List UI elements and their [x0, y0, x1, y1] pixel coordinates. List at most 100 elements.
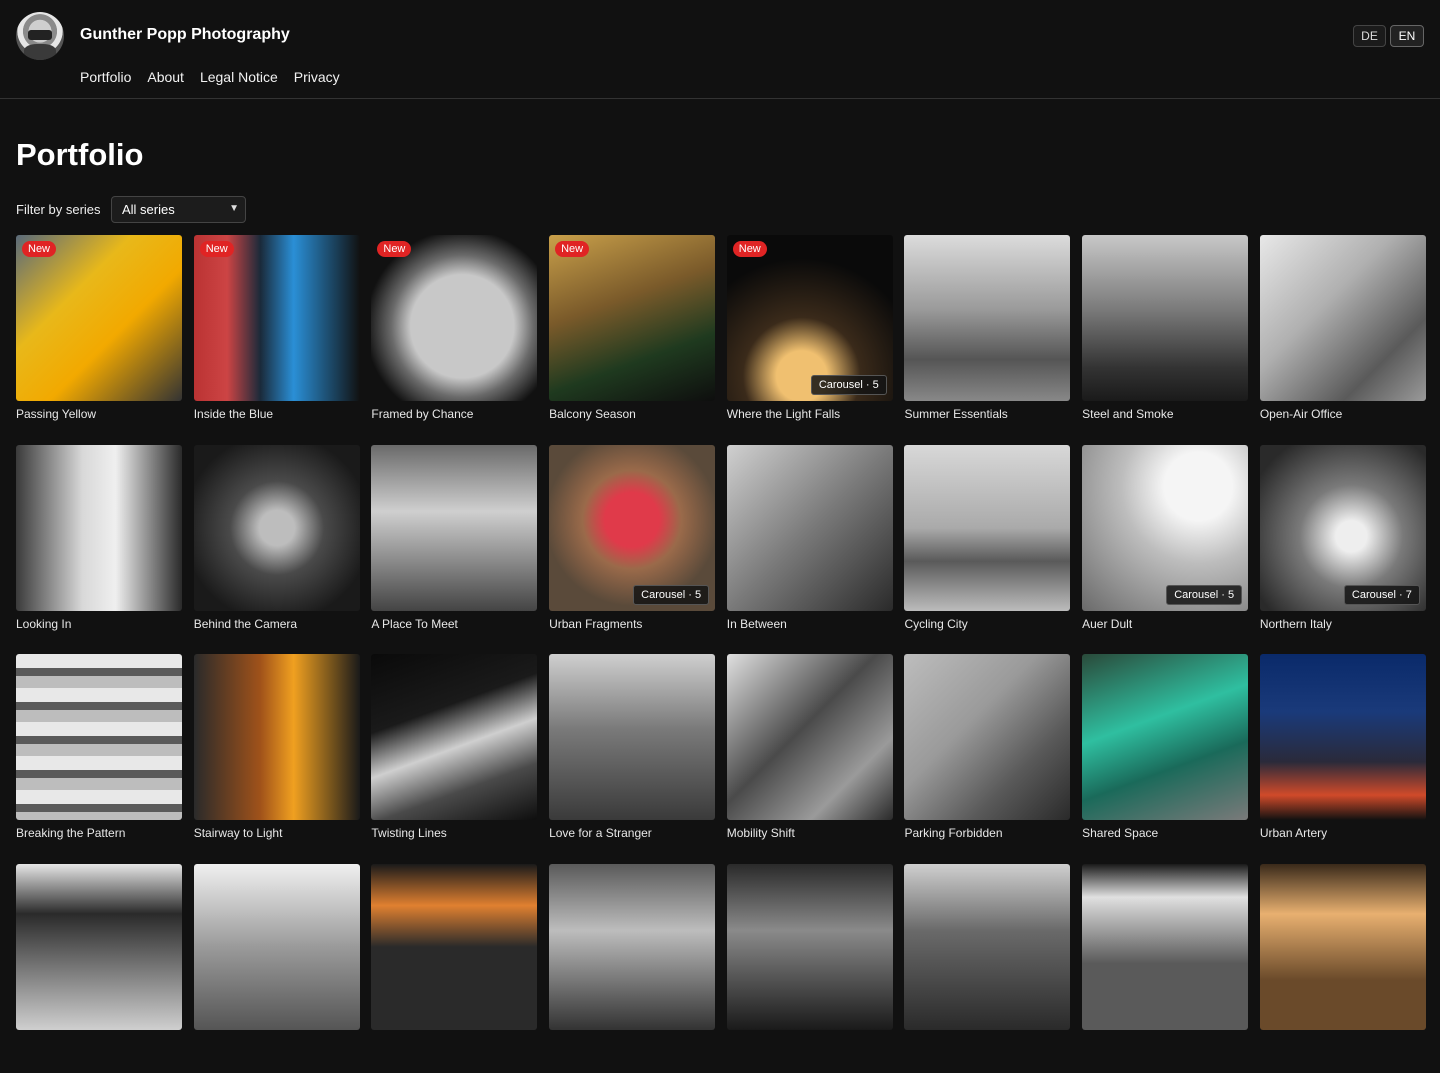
- portfolio-card[interactable]: Love for a Stranger: [549, 654, 715, 864]
- portfolio-thumbnail[interactable]: [727, 864, 893, 1030]
- carousel-badge: Carousel · 7: [1344, 585, 1420, 605]
- portfolio-caption: Urban Artery: [1260, 826, 1426, 840]
- portfolio-card[interactable]: Carousel · 5Urban Fragments: [549, 445, 715, 655]
- portfolio-thumbnail[interactable]: New: [549, 235, 715, 401]
- portfolio-thumbnail[interactable]: [904, 235, 1070, 401]
- portfolio-card[interactable]: In Between: [727, 445, 893, 655]
- portfolio-caption: Open-Air Office: [1260, 407, 1426, 421]
- lang-en-button[interactable]: EN: [1390, 25, 1424, 47]
- portfolio-caption: Auer Dult: [1082, 617, 1248, 631]
- portfolio-thumbnail[interactable]: [904, 654, 1070, 820]
- portfolio-card[interactable]: Summer Essentials: [904, 235, 1070, 445]
- portfolio-card[interactable]: Cycling City: [904, 445, 1070, 655]
- portfolio-caption: Behind the Camera: [194, 617, 360, 631]
- portfolio-thumbnail[interactable]: [1082, 235, 1248, 401]
- portfolio-thumbnail[interactable]: [1082, 864, 1248, 1030]
- portfolio-caption: Breaking the Pattern: [16, 826, 182, 840]
- portfolio-card[interactable]: New Balcony Season: [549, 235, 715, 445]
- portfolio-thumbnail[interactable]: Carousel · 5: [1082, 445, 1248, 611]
- portfolio-thumbnail[interactable]: [1260, 654, 1426, 820]
- chevron-down-icon: ▼: [229, 203, 239, 214]
- portfolio-caption: Cycling City: [904, 617, 1070, 631]
- portfolio-thumbnail[interactable]: [16, 445, 182, 611]
- new-badge: New: [22, 241, 56, 257]
- portfolio-thumbnail[interactable]: [194, 445, 360, 611]
- portfolio-card[interactable]: Breaking the Pattern: [16, 654, 182, 864]
- portfolio-card[interactable]: Mobility Shift: [727, 654, 893, 864]
- portfolio-card[interactable]: NewPassing Yellow: [16, 235, 182, 445]
- portfolio-thumbnail[interactable]: [727, 445, 893, 611]
- portfolio-thumbnail[interactable]: [1082, 654, 1248, 820]
- carousel-badge: Carousel · 5: [811, 375, 887, 395]
- portfolio-card[interactable]: Shared Space: [1082, 654, 1248, 864]
- portfolio-thumbnail[interactable]: [549, 654, 715, 820]
- site-title[interactable]: Gunther Popp Photography: [80, 26, 290, 44]
- portfolio-card[interactable]: [1260, 864, 1426, 1073]
- nav-privacy[interactable]: Privacy: [294, 69, 340, 85]
- series-filter-select[interactable]: All series ▼: [111, 196, 246, 223]
- portfolio-caption: Framed by Chance: [371, 407, 537, 421]
- portfolio-card[interactable]: [1082, 864, 1248, 1073]
- portfolio-thumbnail[interactable]: Carousel · 7: [1260, 445, 1426, 611]
- portfolio-thumbnail[interactable]: New: [194, 235, 360, 401]
- portfolio-thumbnail[interactable]: [727, 654, 893, 820]
- portfolio-thumbnail[interactable]: [194, 654, 360, 820]
- portfolio-caption: Steel and Smoke: [1082, 407, 1248, 421]
- portfolio-card[interactable]: [371, 864, 537, 1073]
- new-badge: New: [377, 241, 411, 257]
- portfolio-caption: Love for a Stranger: [549, 826, 715, 840]
- portfolio-card[interactable]: Looking In: [16, 445, 182, 655]
- portfolio-thumbnail[interactable]: [1260, 235, 1426, 401]
- portfolio-card[interactable]: Open-Air Office: [1260, 235, 1426, 445]
- portfolio-caption: Mobility Shift: [727, 826, 893, 840]
- portfolio-card[interactable]: Stairway to Light: [194, 654, 360, 864]
- portfolio-card[interactable]: Behind the Camera: [194, 445, 360, 655]
- portfolio-card[interactable]: [16, 864, 182, 1073]
- portfolio-thumbnail[interactable]: New: [371, 235, 537, 401]
- portfolio-thumbnail[interactable]: [371, 445, 537, 611]
- portfolio-grid: NewPassing YellowNewInside the BlueNewFr…: [16, 235, 1424, 1073]
- new-badge: New: [733, 241, 767, 257]
- site-header: Gunther Popp Photography Portfolio About…: [0, 0, 1440, 99]
- page-title: Portfolio: [16, 137, 143, 173]
- portfolio-card[interactable]: Twisting Lines: [371, 654, 537, 864]
- portfolio-card[interactable]: [549, 864, 715, 1073]
- portfolio-thumbnail[interactable]: [549, 864, 715, 1030]
- nav-legal-notice[interactable]: Legal Notice: [200, 69, 278, 85]
- portfolio-thumbnail[interactable]: Carousel · 5: [549, 445, 715, 611]
- portfolio-thumbnail[interactable]: [904, 445, 1070, 611]
- portfolio-thumbnail[interactable]: New Carousel · 5: [727, 235, 893, 401]
- nav-about[interactable]: About: [147, 69, 184, 85]
- portfolio-caption: Northern Italy: [1260, 617, 1426, 631]
- carousel-badge: Carousel · 5: [633, 585, 709, 605]
- nav-portfolio[interactable]: Portfolio: [80, 69, 131, 85]
- portfolio-card[interactable]: Steel and Smoke: [1082, 235, 1248, 445]
- portfolio-card[interactable]: A Place To Meet: [371, 445, 537, 655]
- portfolio-card[interactable]: [194, 864, 360, 1073]
- avatar[interactable]: [16, 12, 64, 60]
- portfolio-card[interactable]: [904, 864, 1070, 1073]
- portfolio-card[interactable]: NewCarousel · 5Where the Light Falls: [727, 235, 893, 445]
- portfolio-caption: Inside the Blue: [194, 407, 360, 421]
- portfolio-card[interactable]: Carousel · 7 Northern Italy: [1260, 445, 1426, 655]
- portfolio-thumbnail[interactable]: [371, 864, 537, 1030]
- portfolio-card[interactable]: New Inside the Blue: [194, 235, 360, 445]
- portfolio-thumbnail[interactable]: [1260, 864, 1426, 1030]
- carousel-badge: Carousel · 5: [1166, 585, 1242, 605]
- portfolio-thumbnail[interactable]: [371, 654, 537, 820]
- portfolio-card[interactable]: [727, 864, 893, 1073]
- portfolio-thumbnail[interactable]: [16, 654, 182, 820]
- portfolio-caption: Shared Space: [1082, 826, 1248, 840]
- portfolio-card[interactable]: Parking Forbidden: [904, 654, 1070, 864]
- portfolio-thumbnail[interactable]: [904, 864, 1070, 1030]
- series-filter-value: All series: [122, 202, 175, 217]
- portfolio-thumbnail[interactable]: New: [16, 235, 182, 401]
- portfolio-caption: Balcony Season: [549, 407, 715, 421]
- portfolio-card[interactable]: Carousel · 5 Auer Dult: [1082, 445, 1248, 655]
- new-badge: New: [200, 241, 234, 257]
- portfolio-thumbnail[interactable]: [194, 864, 360, 1030]
- portfolio-thumbnail[interactable]: [16, 864, 182, 1030]
- lang-de-button[interactable]: DE: [1353, 25, 1386, 47]
- portfolio-card[interactable]: New Framed by Chance: [371, 235, 537, 445]
- portfolio-card[interactable]: Urban Artery: [1260, 654, 1426, 864]
